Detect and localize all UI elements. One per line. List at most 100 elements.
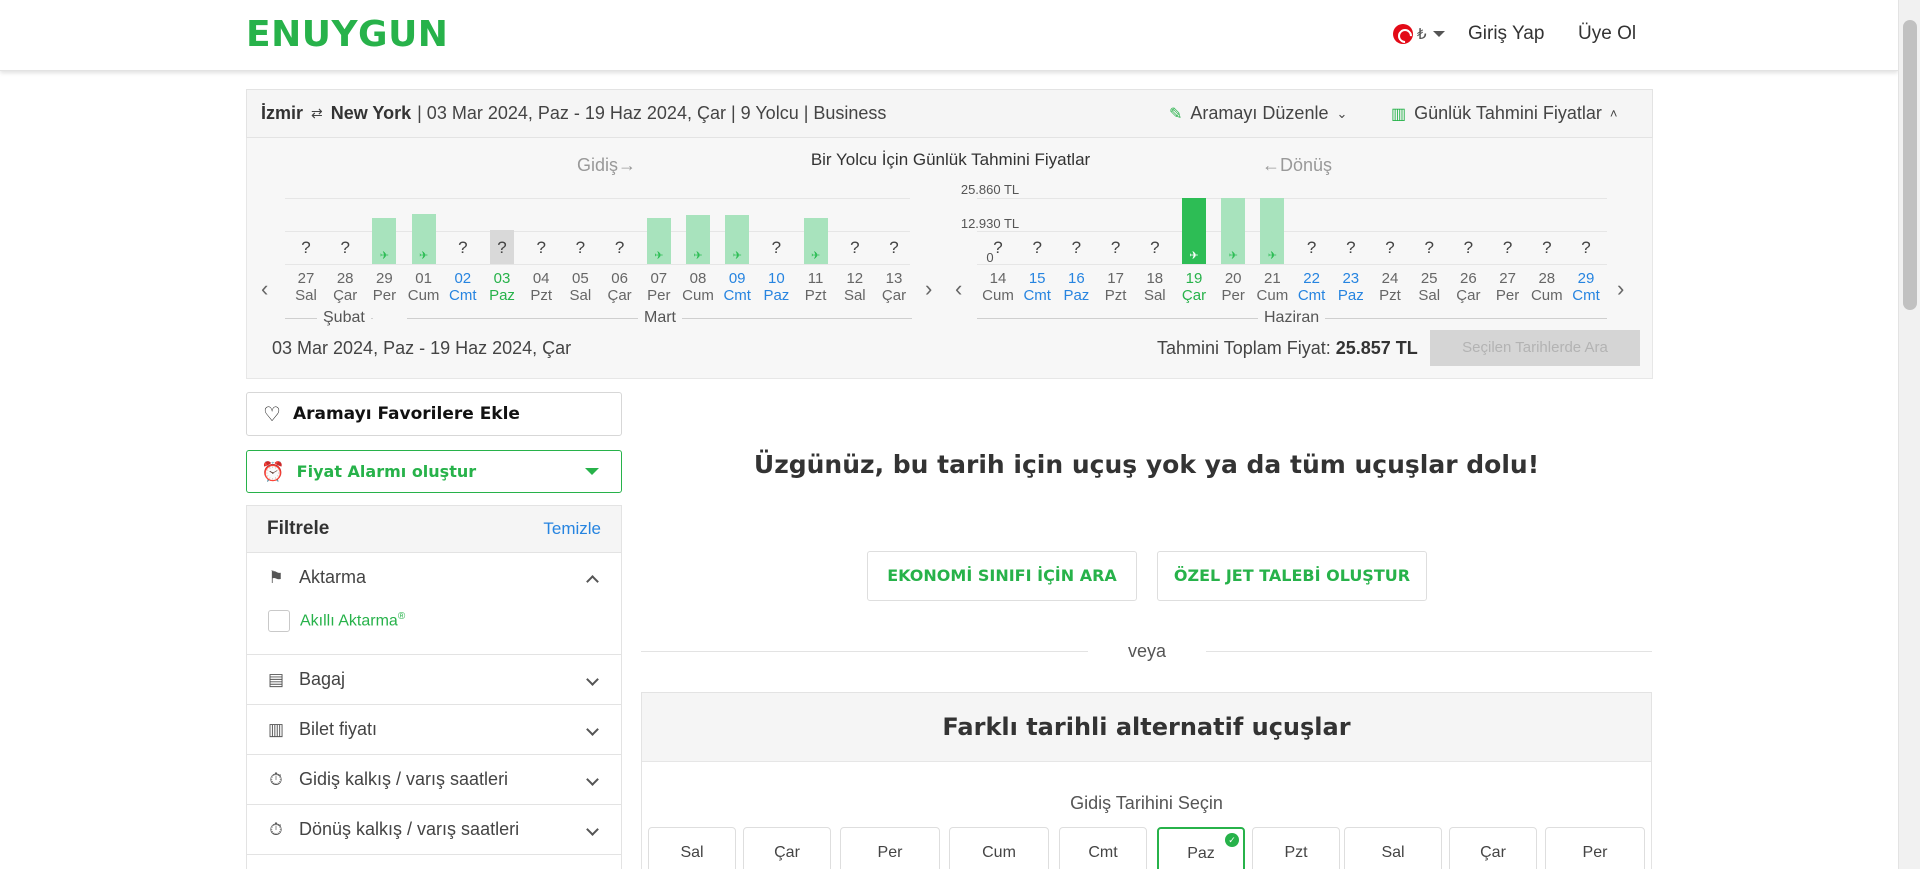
calendar-day-label[interactable]: 28 Çar [327,270,363,304]
calendar-day-label[interactable]: 25 Sal [1411,270,1447,304]
calendar-day-label[interactable]: 20 Per [1215,270,1251,304]
daily-prices-toggle[interactable]: ▥ Günlük Tahmini Fiyatlar ˄ [1391,90,1617,137]
page-scrollbar[interactable] [1898,0,1920,869]
departure-date-card[interactable]: Sal [1344,827,1442,869]
unknown-price-mark[interactable]: ? [1496,238,1520,258]
create-price-alarm-button[interactable]: ⏰ Fiyat Alarmı oluştur [246,450,622,493]
calendar-day-label[interactable]: 14 Cum [980,270,1016,304]
scrollbar-thumb[interactable] [1903,20,1917,310]
unknown-price-mark[interactable]: ? [451,238,475,258]
calendar-day-label[interactable]: 15 Cmt [1019,270,1055,304]
calendar-day-label[interactable]: 27 Sal [288,270,324,304]
smart-transfer-option[interactable]: Akıllı Aktarma® [247,602,621,654]
price-bar[interactable]: ✈ [803,218,828,264]
departure-date-card[interactable]: Sal [648,827,736,869]
departure-date-card[interactable]: Cum [949,827,1049,869]
price-bar[interactable]: ✈ [686,215,710,264]
filter-section-header[interactable]: ⏱ Dönüş kalkış / varış saatleri [247,805,621,854]
unknown-price-mark[interactable]: ? [1378,238,1402,258]
private-jet-request-button[interactable]: ÖZEL JET TALEBİ OLUŞTUR [1157,551,1427,601]
unknown-price-mark[interactable]: ? [1535,238,1559,258]
unknown-price-mark[interactable]: ? [608,238,632,258]
price-bar[interactable]: ✈ [1182,198,1206,264]
price-bar[interactable]: ✈ [725,215,750,264]
enuygun-logo[interactable]: ENUYGUN [246,14,448,55]
price-bar[interactable]: ✈ [646,218,671,264]
calendar-day-label[interactable]: 19 Çar [1176,270,1212,304]
filter-section-header[interactable]: ▥ Bilet fiyatı [247,705,621,754]
unknown-price-mark[interactable]: ? [843,238,867,258]
calendar-day-label[interactable]: 05 Sal [562,270,598,304]
departure-date-card[interactable]: Çar [743,827,831,869]
filter-section-header[interactable]: ▤ Bagaj [247,655,621,704]
unknown-price-mark[interactable]: ? [1574,238,1598,258]
unknown-price-mark[interactable]: ? [294,238,318,258]
unknown-price-mark[interactable]: ? [1025,238,1049,258]
departure-date-card[interactable]: Per [840,827,940,869]
price-bar[interactable]: ✈ [411,214,436,264]
unknown-price-mark[interactable]: ? [1300,238,1324,258]
calendar-day-label[interactable]: 18 Sal [1137,270,1173,304]
departure-date-card[interactable]: Çar [1449,827,1537,869]
unknown-price-mark[interactable]: ? [882,238,906,258]
calendar-day-label[interactable]: 02 Cmt [445,270,481,304]
unknown-price-mark[interactable]: ? [333,238,357,258]
calendar-day-label[interactable]: 13 Çar [876,270,912,304]
smart-transfer-checkbox[interactable] [268,610,290,632]
unknown-price-mark[interactable]: ? [986,238,1010,258]
outbound-next-arrow[interactable]: › [925,276,932,302]
unknown-price-mark[interactable]: ? [1064,238,1088,258]
unknown-price-mark[interactable]: ? [568,238,592,258]
calendar-day-label[interactable]: 29 Cmt [1568,270,1604,304]
calendar-day-label[interactable]: 12 Sal [837,270,873,304]
calendar-day-label[interactable]: 21 Cum [1254,270,1290,304]
calendar-day-label[interactable]: 04 Pzt [523,270,559,304]
calendar-day-label[interactable]: 17 Pzt [1098,270,1134,304]
price-bar[interactable]: ✈ [1221,198,1246,264]
unknown-price-mark[interactable]: ? [1417,238,1441,258]
calendar-day-label[interactable]: 01 Cum [406,270,442,304]
departure-date-card[interactable]: Paz ✓ [1157,827,1245,869]
unknown-price-mark[interactable]: ? [490,238,514,258]
calendar-day-label[interactable]: 10 Paz [758,270,794,304]
unknown-price-mark[interactable]: ? [529,238,553,258]
return-prev-arrow[interactable]: ‹ [955,276,962,302]
departure-date-card[interactable]: Pzt [1252,827,1340,869]
calendar-day-label[interactable]: 24 Pzt [1372,270,1408,304]
calendar-day-label[interactable]: 23 Paz [1333,270,1369,304]
filter-section-header[interactable]: ⏱ Gidiş kalkış / varış saatleri [247,755,621,804]
return-next-arrow[interactable]: › [1617,276,1624,302]
login-link[interactable]: Giriş Yap [1468,23,1544,45]
search-selected-dates-button[interactable]: Seçilen Tarihlerde Ara [1430,330,1640,366]
calendar-day-label[interactable]: 22 Cmt [1294,270,1330,304]
calendar-day-label[interactable]: 29 Per [366,270,402,304]
unknown-price-mark[interactable]: ? [1339,238,1363,258]
departure-date-card[interactable]: Per [1545,827,1645,869]
calendar-day-label[interactable]: 09 Cmt [719,270,755,304]
calendar-day-label[interactable]: 27 Per [1490,270,1526,304]
calendar-day-label[interactable]: 11 Pzt [798,270,834,304]
search-economy-button[interactable]: EKONOMİ SINIFI İÇİN ARA [867,551,1137,601]
unknown-price-mark[interactable]: ? [764,238,788,258]
price-bar[interactable]: ✈ [1260,198,1285,264]
unknown-price-mark[interactable]: ? [1143,238,1167,258]
calendar-day-label[interactable]: 26 Çar [1450,270,1486,304]
outbound-prev-arrow[interactable]: ‹ [261,276,268,302]
clear-filters-link[interactable]: Temizle [543,519,601,539]
unknown-price-mark[interactable]: ? [1456,238,1480,258]
add-search-to-favorites-button[interactable]: ♡ Aramayı Favorilere Ekle [246,392,622,436]
arrow-left-icon: ← [1262,155,1280,175]
unknown-price-mark[interactable]: ? [1104,238,1128,258]
signup-link[interactable]: Üye Ol [1578,23,1636,45]
edit-search-button[interactable]: ✎ Aramayı Düzenle ⌄ [1169,90,1347,137]
calendar-day-label[interactable]: 07 Per [641,270,677,304]
departure-date-card[interactable]: Cmt [1059,827,1147,869]
calendar-day-label[interactable]: 16 Paz [1058,270,1094,304]
filter-section-header[interactable]: ⚑ Aktarma [247,553,621,602]
calendar-day-label[interactable]: 03 Paz [484,270,520,304]
price-bar[interactable]: ✈ [372,218,397,264]
calendar-day-label[interactable]: 08 Cum [680,270,716,304]
calendar-day-label[interactable]: 28 Cum [1529,270,1565,304]
calendar-day-label[interactable]: 06 Çar [602,270,638,304]
language-currency-selector[interactable]: ₺ [1393,24,1445,44]
